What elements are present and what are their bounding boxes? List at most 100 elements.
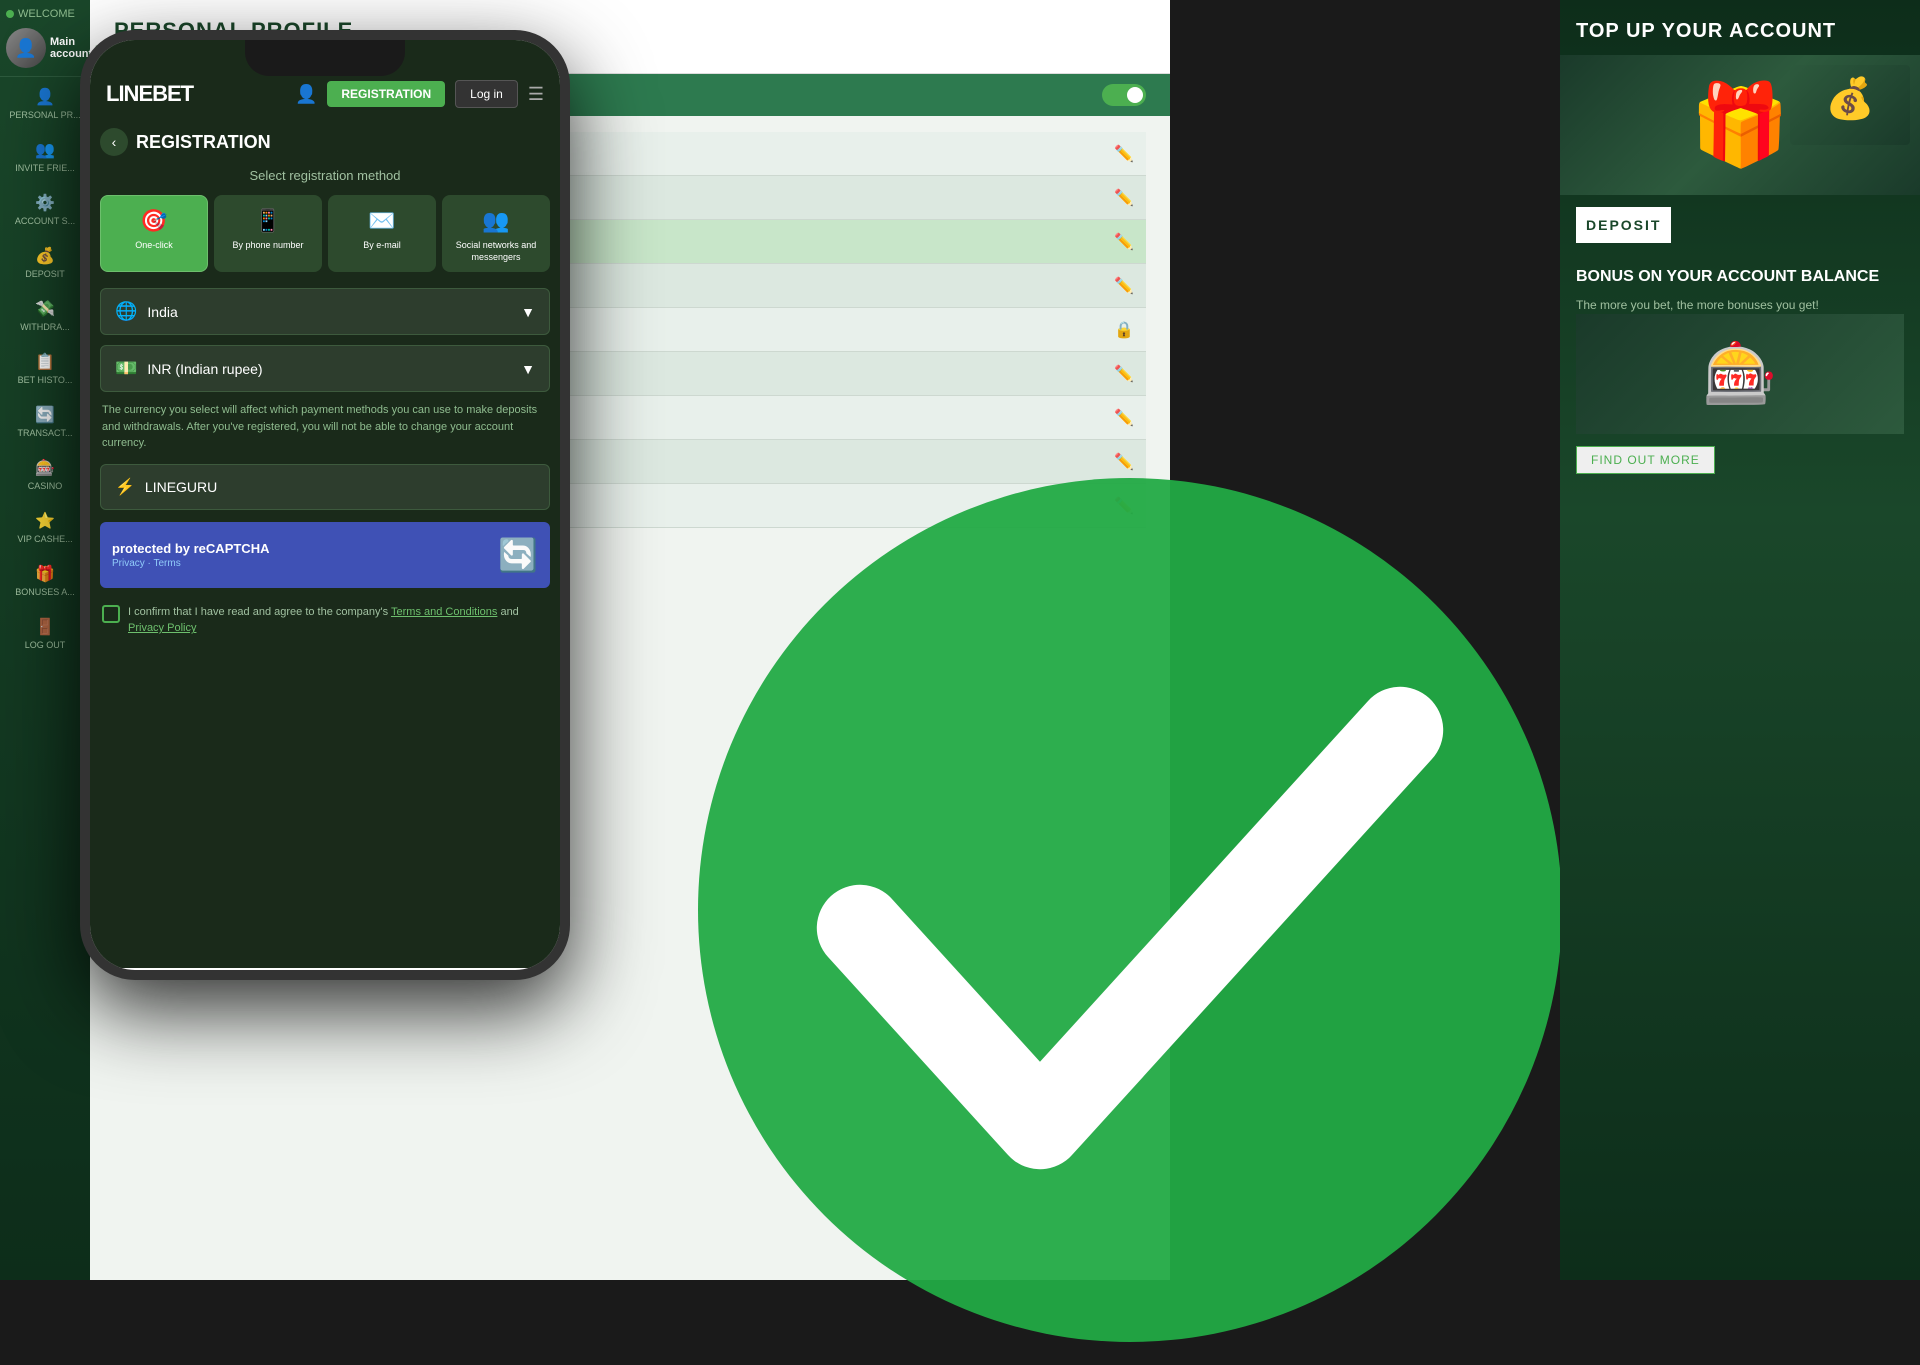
bonus-title: BONUS ON YOUR ACCOUNT BALANCE — [1576, 267, 1904, 288]
firstname-edit-icon[interactable]: ✏️ — [1114, 188, 1134, 208]
deposit-icon: 💰 — [35, 246, 55, 266]
bonus-image: 🎰 — [1576, 314, 1904, 434]
sidebar-item-logout[interactable]: 🚪 LOG OUT — [0, 607, 90, 660]
reg-subtitle: Select registration method — [100, 162, 550, 195]
vip-cashback-icon: ⭐ — [35, 511, 55, 531]
right-panel: TOP UP YOUR ACCOUNT 🎁 💰 DEPOSIT BONUS ON… — [1560, 0, 1920, 1280]
bonuses-icon: 🎁 — [35, 564, 55, 584]
sidebar-welcome: WELCOME — [0, 0, 90, 24]
dob-edit-icon[interactable]: ✏️ — [1114, 232, 1134, 252]
back-button[interactable]: ‹ — [100, 128, 128, 156]
sidebar-item-bonuses[interactable]: 🎁 BONUSES A... — [0, 554, 90, 607]
one-click-label: One-click — [135, 240, 173, 252]
casino-icon: 🎰 — [35, 458, 55, 478]
promo-value: LINEGURU — [145, 479, 217, 495]
sidebar-item-label: CASINO — [28, 481, 63, 491]
reg-method-phone[interactable]: 📱 By phone number — [214, 195, 322, 272]
doc-number-edit-icon[interactable]: ✏️ — [1114, 364, 1134, 384]
sidebar-item-label: BET HISTO... — [18, 375, 73, 385]
phone-login-button[interactable]: Log in — [455, 80, 518, 108]
phone-logo: LINEBET — [106, 81, 193, 107]
top-up-header: TOP UP YOUR ACCOUNT — [1560, 0, 1920, 55]
invite-friends-icon: 👥 — [35, 140, 55, 160]
sidebar-item-account-settings[interactable]: ⚙️ ACCOUNT S... — [0, 183, 90, 236]
terms-text: I confirm that I have read and agree to … — [128, 604, 548, 637]
country-selector[interactable]: 🌐 India ▼ — [100, 288, 550, 335]
surname-edit-icon[interactable]: ✏️ — [1114, 144, 1134, 164]
sidebar-item-transactions[interactable]: 🔄 TRANSACT... — [0, 395, 90, 448]
terms-row: I confirm that I have read and agree to … — [100, 600, 550, 641]
currency-chevron-icon: ▼ — [521, 361, 535, 377]
recaptcha-box[interactable]: protected by reCAPTCHA Privacy · Terms 🔄 — [100, 522, 550, 588]
bonus-section: BONUS ON YOUR ACCOUNT BALANCE The more y… — [1560, 255, 1920, 486]
recaptcha-links: Privacy · Terms — [112, 558, 269, 569]
reg-method-social[interactable]: 👥 Social networks and messengers — [442, 195, 550, 272]
currency-selector[interactable]: 💵 INR (Indian rupee) ▼ — [100, 345, 550, 392]
logout-icon: 🚪 — [35, 617, 55, 637]
treasure-image: 🎁 💰 — [1560, 55, 1920, 195]
phone-reg-back-row: ‹ REGISTRATION — [100, 118, 550, 162]
country-chevron-icon: ▼ — [521, 304, 535, 320]
sidebar-item-invite-friends[interactable]: 👥 INVITE FRIE... — [0, 130, 90, 183]
phone-frame: LINEBET 👤 REGISTRATION Log in ☰ ‹ REGIST… — [80, 30, 570, 980]
currency-value: INR (Indian rupee) — [147, 361, 262, 377]
terms-checkbox[interactable] — [102, 605, 120, 623]
sidebar-user-section[interactable]: 👤 Main account ▸ — [0, 24, 90, 77]
avatar: 👤 — [6, 28, 46, 68]
welcome-dot — [6, 10, 14, 18]
sidebar-item-vip-cashback[interactable]: ⭐ VIP CASHE... — [0, 501, 90, 554]
phone-notch — [245, 40, 405, 76]
deposit-button[interactable]: DEPOSIT — [1576, 207, 1671, 243]
sidebar-item-withdraw[interactable]: 💸 WITHDRA... — [0, 289, 90, 342]
promo-icon: ⚡ — [115, 477, 135, 497]
recaptcha-icon: 🔄 — [498, 536, 538, 574]
sidebar-item-label: ACCOUNT S... — [15, 216, 75, 226]
coins-icon: 💰 — [1790, 65, 1910, 122]
sidebar-item-label: LOG OUT — [25, 640, 66, 650]
phone-registration-button[interactable]: REGISTRATION — [327, 81, 445, 107]
sidebar-item-personal-profile[interactable]: 👤 PERSONAL PR... — [0, 77, 90, 130]
promo-input-container[interactable]: ⚡ LINEGURU — [100, 464, 550, 510]
terms-link[interactable]: Terms and Conditions — [391, 606, 497, 618]
country-value: India — [147, 304, 177, 320]
sidebar-item-casino[interactable]: 🎰 CASINO — [0, 448, 90, 501]
sidebar-item-deposit[interactable]: 💰 DEPOSIT — [0, 236, 90, 289]
sidebar-item-label: VIP CASHE... — [17, 534, 72, 544]
personal-profile-icon: 👤 — [35, 87, 55, 107]
recaptcha-text: protected by reCAPTCHA — [112, 541, 269, 556]
social-method-label: Social networks and messengers — [449, 240, 543, 263]
doc-type-lock-icon: 🔒 — [1114, 320, 1134, 340]
phone-registration-section: ‹ REGISTRATION Select registration metho… — [90, 118, 560, 651]
reg-method-one-click[interactable]: 🎯 One-click — [100, 195, 208, 272]
social-method-icon: 👥 — [482, 208, 509, 234]
sidebar-item-label: INVITE FRIE... — [15, 163, 75, 173]
globe-icon: 🌐 — [115, 301, 137, 322]
privacy-link[interactable]: Privacy Policy — [128, 622, 196, 634]
phone-body: ‹ REGISTRATION Select registration metho… — [90, 118, 560, 968]
country-select-left: 🌐 India — [115, 301, 178, 322]
reg-method-email[interactable]: ✉️ By e-mail — [328, 195, 436, 272]
bonus-desc: The more you bet, the more bonuses you g… — [1576, 296, 1904, 314]
sidebar-item-bet-history[interactable]: 📋 BET HISTO... — [0, 342, 90, 395]
sidebar-item-label: TRANSACT... — [17, 428, 72, 438]
phone-method-icon: 📱 — [254, 208, 281, 234]
sidebar: WELCOME 👤 Main account ▸ 👤 PERSONAL PR..… — [0, 0, 90, 1280]
find-out-more-button[interactable]: FIND OUT MORE — [1576, 446, 1715, 474]
phone-nav-icons: 👤 REGISTRATION Log in ☰ — [295, 80, 544, 108]
sidebar-item-label: BONUSES A... — [15, 587, 75, 597]
doc-issue-edit-icon[interactable]: ✏️ — [1114, 408, 1134, 428]
email-method-icon: ✉️ — [368, 208, 395, 234]
sidebar-item-label: WITHDRA... — [20, 322, 70, 332]
phone-screen: LINEBET 👤 REGISTRATION Log in ☰ ‹ REGIST… — [90, 40, 560, 970]
reg-methods-container: 🎯 One-click 📱 By phone number ✉️ By e-ma… — [100, 195, 550, 272]
registration-title: REGISTRATION — [136, 132, 271, 153]
phone-menu-icon: ☰ — [528, 84, 544, 105]
sidebar-item-label: PERSONAL PR... — [9, 110, 80, 120]
pob-edit-icon[interactable]: ✏️ — [1114, 276, 1134, 296]
one-click-icon: 🎯 — [140, 208, 167, 234]
profile-toggle[interactable] — [1102, 84, 1146, 106]
country-edit-icon[interactable]: ✏️ — [1114, 452, 1134, 472]
permanent-edit-icon[interactable]: ✏️ — [1114, 496, 1134, 516]
currency-note: The currency you select will affect whic… — [100, 402, 550, 452]
money-icon: 💵 — [115, 358, 137, 379]
